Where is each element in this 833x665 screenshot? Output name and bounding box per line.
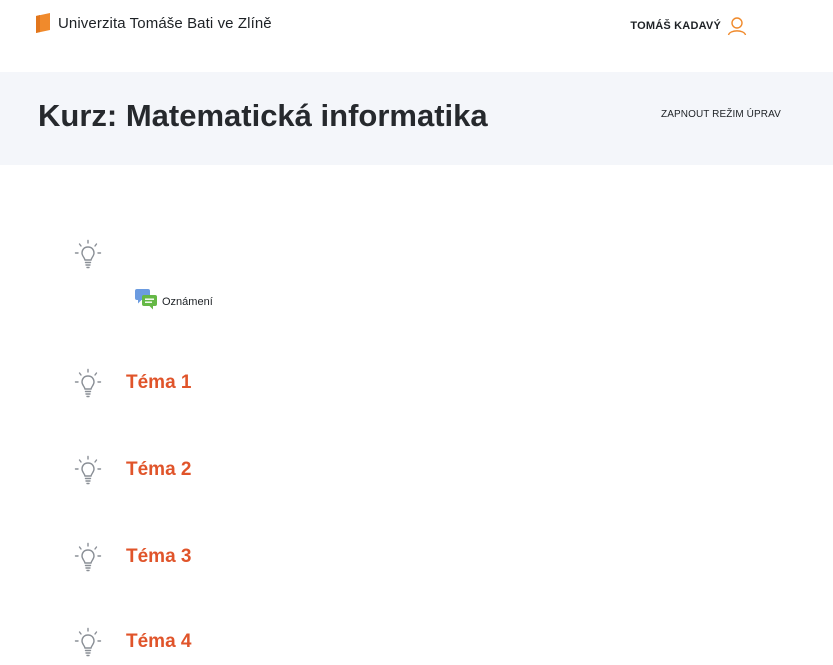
section-general	[72, 238, 104, 270]
user-name: TOMÁŠ KADAVÝ	[630, 20, 721, 32]
section-tema-3: Téma 3	[72, 541, 191, 573]
site-name: Univerzita Tomáše Bati ve Zlíně	[58, 14, 272, 32]
activity-announcements[interactable]: Oznámení	[134, 288, 213, 310]
section-title-link[interactable]: Téma 4	[126, 631, 191, 653]
section-tema-4: Téma 4	[72, 626, 191, 658]
user-menu[interactable]: TOMÁŠ KADAVÝ	[630, 16, 747, 36]
section-title-link[interactable]: Téma 1	[126, 372, 191, 394]
lightbulb-icon	[74, 627, 102, 657]
site-home-link[interactable]: Univerzita Tomáše Bati ve Zlíně	[36, 13, 272, 33]
user-icon	[727, 17, 747, 36]
top-navbar: Univerzita Tomáše Bati ve Zlíně TOMÁŠ KA…	[0, 0, 833, 52]
lightbulb-icon	[74, 455, 102, 485]
section-tema-2: Téma 2	[72, 454, 191, 486]
activity-label: Oznámení	[162, 296, 213, 308]
university-logo-icon	[36, 13, 50, 33]
forum-icon	[135, 289, 157, 310]
section-tema-1: Téma 1	[72, 367, 191, 399]
lightbulb-icon	[74, 542, 102, 572]
lightbulb-icon	[74, 239, 102, 269]
lightbulb-icon	[74, 368, 102, 398]
page-title: Kurz: Matematická informatika	[38, 98, 488, 133]
section-title-link[interactable]: Téma 2	[126, 459, 191, 481]
edit-mode-button[interactable]: ZAPNOUT REŽIM ÚPRAV	[661, 109, 781, 120]
section-title-link[interactable]: Téma 3	[126, 546, 191, 568]
course-header: Kurz: Matematická informatika ZAPNOUT RE…	[0, 72, 833, 165]
